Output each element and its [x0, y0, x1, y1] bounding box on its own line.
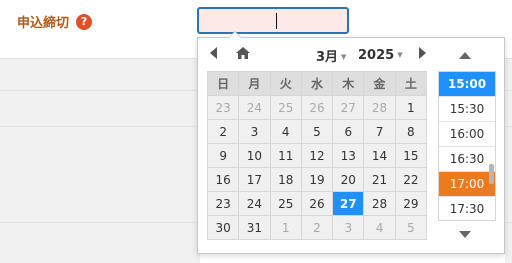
datetime-picker-popup: 3月 ▼ 2025 ▼ 日 月 火 水 木 金 土 23 24 25 26 27 28 1 2 3 4…: [197, 31, 505, 254]
calendar-week-row: 23 24 25 26 27 28 29: [206, 191, 428, 216]
calendar-day[interactable]: 5: [300, 119, 334, 144]
dropdown-arrow-icon: ▼: [397, 51, 403, 59]
calendar-day[interactable]: 23: [206, 95, 240, 120]
calendar-day[interactable]: 10: [238, 143, 271, 168]
calendar-week-row: 9 10 11 12 13 14 15: [206, 143, 428, 168]
weekday-header-row: 日 月 火 水 木 金 土: [206, 71, 428, 96]
calendar-day[interactable]: 27: [332, 95, 365, 120]
calendar-day[interactable]: 19: [300, 167, 334, 192]
year-select[interactable]: 2025 ▼: [358, 48, 403, 63]
calendar-day[interactable]: 3: [238, 119, 271, 144]
help-icon[interactable]: ?: [76, 13, 93, 30]
calendar-day[interactable]: 3: [332, 215, 365, 240]
calendar-day[interactable]: 18: [269, 167, 302, 192]
calendar-day[interactable]: 28: [363, 191, 396, 216]
calendar-day[interactable]: 14: [363, 143, 396, 168]
today-button[interactable]: [236, 47, 250, 63]
chevron-right-icon: [419, 47, 426, 59]
time-option[interactable]: 16:00: [439, 122, 495, 147]
calendar-day[interactable]: 24: [238, 95, 271, 120]
time-option[interactable]: 17:00: [439, 172, 495, 197]
calendar-day[interactable]: 13: [332, 143, 365, 168]
time-scrollbar[interactable]: [489, 164, 494, 184]
calendar-grid: 日 月 火 水 木 金 土 23 24 25 26 27 28 1 2 3 4 5 6 7 8 9 10 11 1…: [206, 71, 428, 240]
calendar-day[interactable]: 25: [269, 191, 302, 216]
calendar-day[interactable]: 30: [206, 215, 240, 240]
calendar-day[interactable]: 4: [269, 119, 302, 144]
calendar-day[interactable]: 8: [394, 119, 428, 144]
calendar-day[interactable]: 21: [363, 167, 396, 192]
chevron-left-icon: [210, 47, 217, 59]
weekday-header: 金: [363, 71, 396, 96]
weekday-header: 水: [300, 71, 334, 96]
calendar-day[interactable]: 23: [206, 191, 240, 216]
time-scroll-down-icon[interactable]: [459, 231, 471, 238]
calendar-day[interactable]: 7: [363, 119, 396, 144]
calendar-nav: 3月 ▼ 2025 ▼: [206, 43, 432, 67]
calendar-day[interactable]: 22: [394, 167, 428, 192]
calendar-day[interactable]: 26: [300, 191, 334, 216]
calendar-day[interactable]: 25: [269, 95, 302, 120]
year-label: 2025: [358, 47, 395, 63]
calendar-day[interactable]: 2: [206, 119, 240, 144]
calendar-week-row: 2345678: [206, 119, 428, 144]
calendar-day[interactable]: 17: [238, 167, 271, 192]
text-caret: [276, 13, 277, 29]
calendar-day[interactable]: 6: [332, 119, 365, 144]
time-picker: 15:00 15:30 16:00 16:30 17:00 17:30: [438, 38, 496, 253]
time-option[interactable]: 16:30: [439, 147, 495, 172]
home-icon: [236, 47, 250, 59]
calendar-day[interactable]: 16: [206, 167, 240, 192]
month-select[interactable]: 3月 ▼: [316, 46, 346, 65]
calendar-day[interactable]: 1: [269, 215, 302, 240]
calendar-day[interactable]: 31: [238, 215, 271, 240]
weekday-header: 日: [206, 71, 240, 96]
weekday-header: 火: [269, 71, 302, 96]
time-option[interactable]: 17:30: [439, 197, 495, 220]
month-label: 3月: [316, 49, 339, 65]
calendar-day[interactable]: 12: [300, 143, 334, 168]
deadline-label: 申込締切: [17, 16, 70, 31]
calendar-week-row: 23 24 25 26 27 28 1: [206, 95, 428, 120]
calendar-day[interactable]: 2: [300, 215, 334, 240]
time-list: 15:00 15:30 16:00 16:30 17:00 17:30: [438, 71, 496, 221]
next-month-button[interactable]: [418, 47, 426, 63]
time-option[interactable]: 15:30: [439, 97, 495, 122]
calendar-day[interactable]: 5: [394, 215, 428, 240]
calendar-day[interactable]: 24: [238, 191, 271, 216]
weekday-header: 木: [332, 71, 365, 96]
deadline-label-row: 申込締切 ?: [17, 12, 93, 31]
calendar-week-row: 30 31 1 2 3 4 5: [206, 215, 428, 240]
calendar-week-row: 16 17 18 19 20 21 22: [206, 167, 428, 192]
calendar-day[interactable]: 4: [363, 215, 396, 240]
time-option[interactable]: 15:00: [439, 72, 495, 97]
calendar-day[interactable]: 29: [394, 191, 428, 216]
dropdown-arrow-icon: ▼: [341, 53, 347, 61]
calendar-day[interactable]: 26: [300, 95, 334, 120]
calendar-day[interactable]: 9: [206, 143, 240, 168]
calendar-day[interactable]: 15: [394, 143, 428, 168]
time-scroll-up-icon[interactable]: [459, 52, 471, 59]
weekday-header: 月: [238, 71, 271, 96]
calendar-day[interactable]: 1: [394, 95, 428, 120]
calendar-day[interactable]: 28: [363, 95, 396, 120]
prev-month-button[interactable]: [210, 47, 218, 63]
calendar-day[interactable]: 11: [269, 143, 302, 168]
calendar-day-selected[interactable]: 27: [332, 191, 365, 216]
weekday-header: 土: [394, 71, 428, 96]
calendar-day[interactable]: 20: [332, 167, 365, 192]
deadline-date-input[interactable]: [197, 7, 349, 34]
